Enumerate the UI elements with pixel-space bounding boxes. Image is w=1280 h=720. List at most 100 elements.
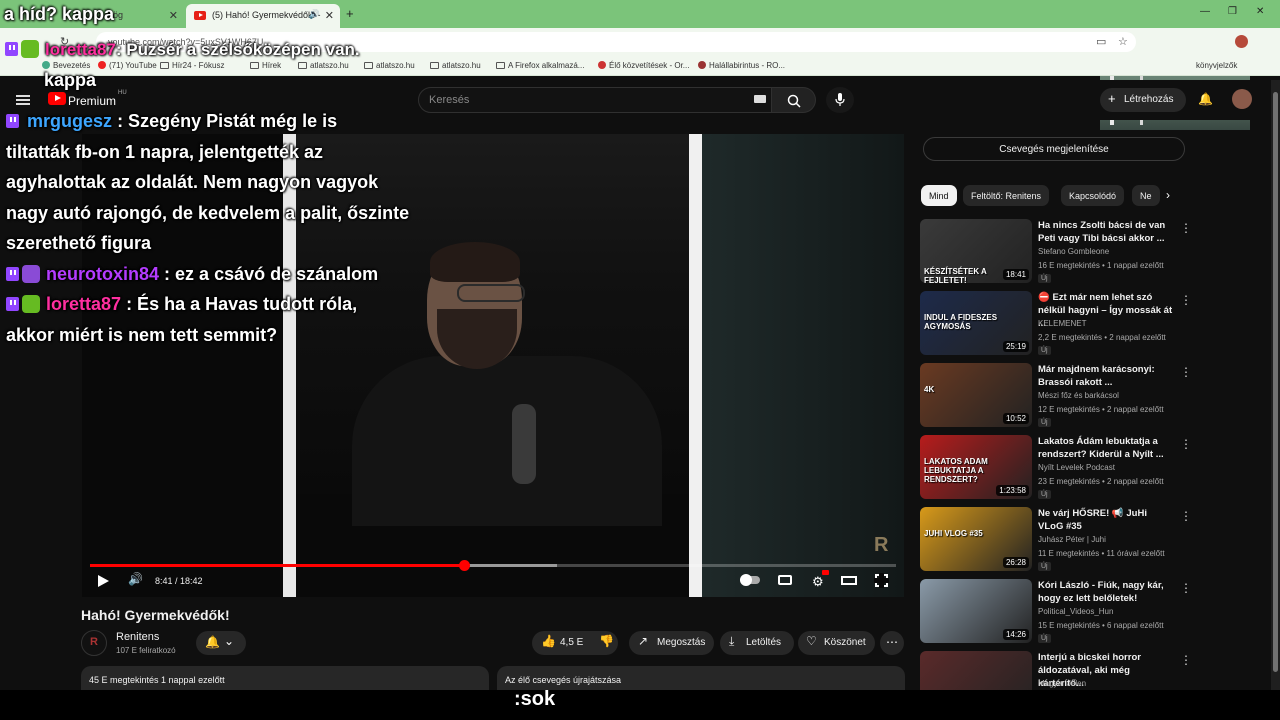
close-window-icon[interactable]: ✕ <box>1256 6 1264 17</box>
search-button[interactable] <box>772 87 816 113</box>
recommendation-title[interactable]: Már majdnem karácsonyi: Brassói rakott .… <box>1038 363 1174 389</box>
more-vert-icon[interactable]: ⋮ <box>1180 437 1192 451</box>
autoplay-toggle[interactable] <box>740 574 760 586</box>
avatar[interactable] <box>1232 89 1252 109</box>
filter-chip[interactable]: Mind <box>921 185 957 206</box>
gear-icon[interactable]: ⚙ <box>812 574 824 590</box>
subscription-bell-button[interactable] <box>196 631 246 655</box>
bookmark-item[interactable]: Élő közvetítések - Or... <box>598 61 689 70</box>
more-actions-button[interactable]: ⋯ <box>880 631 904 655</box>
minimize-icon[interactable]: — <box>1200 6 1210 17</box>
channel-avatar[interactable] <box>81 630 107 656</box>
recommendation-title[interactable]: Lakatos Ádám lebuktatja a rendszert? Kid… <box>1038 435 1174 461</box>
speaker-icon[interactable]: 🔊 <box>309 9 320 20</box>
recommendation-channel[interactable]: Juhász Péter | Juhi <box>1038 535 1106 544</box>
recommendation-channel[interactable]: Political_Videos_Hun <box>1038 607 1113 616</box>
more-vert-icon[interactable]: ⋮ <box>1180 509 1192 523</box>
chat-message: : Puzsér a szélsőközépen van. <box>115 40 360 59</box>
video-thumbnail[interactable]: LAKATOS ADAM LEBUKTATJA A RENDSZERT? 1:23… <box>920 435 1032 499</box>
chat-message-block: mrgugesz : Szegény Pistát még le is tilt… <box>6 106 409 350</box>
more-vert-icon[interactable]: ⋮ <box>1180 653 1192 667</box>
recommendation-channel[interactable]: Nyílt Levelek Podcast <box>1038 463 1115 472</box>
recommendation-item[interactable]: KÉSZÍTSÉTEK A FEJLETET! 18:41 Ha nincs Zso… <box>920 219 1270 285</box>
tab-label: (5) Hahó! Gyermekvédők! - <box>212 10 321 20</box>
tab-youtube[interactable]: (5) Hahó! Gyermekvédők! - 🔊 ✕ <box>186 4 340 28</box>
profile-avatar[interactable] <box>1235 35 1248 48</box>
description-box[interactable]: 45 E megtekintés 1 nappal ezelőtt <box>81 666 489 690</box>
voice-search-button[interactable] <box>826 87 854 113</box>
recommendation-meta: 16 E megtekintés • 1 nappal ezelőtt <box>1038 261 1164 270</box>
bookmark-item[interactable]: Bevezetés <box>42 61 90 70</box>
duration-badge: 25:19 <box>1002 341 1029 352</box>
bookmark-item[interactable]: atlatszo.hu <box>298 61 349 70</box>
video-thumbnail[interactable]: KÉSZÍTSÉTEK A FEJLETET! 18:41 <box>920 219 1032 283</box>
progress-bar[interactable] <box>90 560 896 571</box>
bookmark-item[interactable]: A Firefox alkalmazá... <box>496 61 584 70</box>
show-chat-button[interactable]: Csevegés megjelenítése <box>923 137 1185 161</box>
new-tab-icon[interactable]: + <box>346 6 354 21</box>
recommendation-title[interactable]: Ne várj HŐSRE! 📢 JuHi VLoG #35 <box>1038 507 1174 533</box>
more-vert-icon[interactable]: ⋮ <box>1180 581 1192 595</box>
more-vert-icon[interactable]: ⋮ <box>1180 293 1192 307</box>
video-thumbnail[interactable]: JUHI VLOG #35 26:28 <box>920 507 1032 571</box>
scrollbar-thumb[interactable] <box>1273 92 1278 672</box>
filter-chip[interactable]: Ne <box>1132 185 1160 206</box>
volume-icon[interactable]: 🔊 <box>128 572 143 586</box>
theater-mode-icon[interactable] <box>841 576 857 585</box>
filter-chip[interactable]: Kapcsolódó <box>1061 185 1125 206</box>
close-icon[interactable]: ✕ <box>325 9 334 22</box>
progress-scrubber[interactable] <box>458 560 470 571</box>
bookmark-item[interactable]: Hírek <box>250 61 281 70</box>
cast-icon[interactable]: ▭ <box>1096 35 1106 48</box>
close-icon[interactable]: ✕ <box>169 9 178 22</box>
search-input[interactable]: Keresés <box>418 87 772 113</box>
chat-replay-box[interactable]: Az élő csevegés újrajátszása <box>497 666 905 690</box>
recommendation-item[interactable]: 14:26 Kóri László - Fiúk, nagy kár, hogy … <box>920 579 1270 645</box>
new-badge: Új <box>1038 634 1051 643</box>
youtube-logo-icon[interactable] <box>48 92 66 105</box>
subtitles-icon[interactable] <box>778 575 792 585</box>
caption-text: :sok <box>514 688 556 710</box>
overlay-chat-line: kappa <box>44 70 97 90</box>
bookmark-item[interactable]: atlatszo.hu <box>430 61 481 70</box>
more-vert-icon[interactable]: ⋮ <box>1180 365 1192 379</box>
like-count[interactable]: 4,5 E <box>560 637 583 648</box>
play-icon[interactable] <box>98 575 109 587</box>
recommendation-item[interactable]: INDUL A FIDESZES AGYMOSÁS 25:19 ⛔ Ezt már … <box>920 291 1270 357</box>
maximize-icon[interactable]: ❐ <box>1228 6 1237 17</box>
recommendation-channel[interactable]: Magyar Jelen <box>1038 679 1086 688</box>
recommendation-channel[interactable]: Stefano Gombleone <box>1038 247 1109 256</box>
recommendation-item[interactable]: LAKATOS ADAM LEBUKTATJA A RENDSZERT? 1:23… <box>920 435 1270 501</box>
recommendation-item[interactable]: JUHI VLOG #35 26:28 Ne várj HŐSRE! 📢 JuHi … <box>920 507 1270 573</box>
thumbs-up-icon[interactable]: 👍 <box>541 634 556 648</box>
recommendation-title[interactable]: Kóri László - Fiúk, nagy kár, hogy ez le… <box>1038 579 1174 605</box>
thumbnail-text: LAKATOS ADAM LEBUKTATJA A RENDSZERT? <box>924 457 988 484</box>
recommendation-channel[interactable]: Mészi főz és barkácsol <box>1038 391 1119 400</box>
fullscreen-icon[interactable] <box>874 573 889 588</box>
more-vert-icon[interactable]: ⋮ <box>1180 221 1192 235</box>
caption-bar <box>0 690 1280 720</box>
video-thumbnail[interactable]: 4K 10:52 <box>920 363 1032 427</box>
tab-strip: ioga mög ✕ (5) Hahó! Gyermekvédők! - 🔊 ✕… <box>0 0 1280 28</box>
region-label: HU <box>118 90 127 96</box>
thumbs-down-icon[interactable]: 👎 <box>599 634 614 648</box>
recommendation-item[interactable]: 4K 10:52 Már majdnem karácsonyi: Brassói r… <box>920 363 1270 429</box>
bookmark-item[interactable]: Halállabirintus - RO... <box>698 61 785 70</box>
bookmarks-folder[interactable]: könyvjelzők <box>1196 61 1237 70</box>
video-thumbnail[interactable]: 14:26 <box>920 579 1032 643</box>
bookmark-item[interactable]: (71) YouTube <box>98 61 157 70</box>
filter-chip[interactable]: Feltöltő: Renitens <box>963 185 1050 206</box>
menu-icon[interactable] <box>16 95 30 105</box>
keyboard-icon[interactable] <box>754 95 766 103</box>
recommendation-title[interactable]: Ha nincs Zsolti bácsi de van Peti vagy T… <box>1038 219 1174 245</box>
recommendation-channel[interactable]: KELEMENET <box>1038 319 1086 328</box>
star-icon[interactable]: ☆ <box>1118 35 1128 48</box>
folder-icon <box>298 62 307 69</box>
thumbnail-text: JUHI VLOG #35 <box>924 529 983 538</box>
channel-name[interactable]: Renitens <box>116 631 159 643</box>
bell-icon[interactable]: 🔔 <box>1198 92 1213 106</box>
bookmark-item[interactable]: Hír24 - Fókusz <box>160 61 224 70</box>
bookmark-item[interactable]: atlatszo.hu <box>364 61 415 70</box>
video-thumbnail[interactable]: INDUL A FIDESZES AGYMOSÁS 25:19 <box>920 291 1032 355</box>
chevron-right-icon[interactable]: › <box>1166 188 1170 202</box>
